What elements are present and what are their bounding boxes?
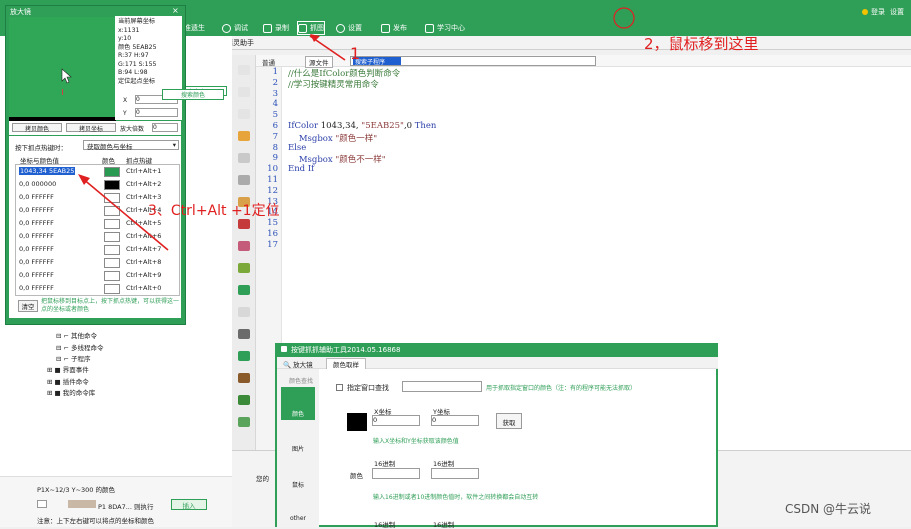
annotation-overlay (78, 7, 635, 251)
annotation-1: 1 (350, 44, 361, 63)
watermark: CSDN @牛云说 (785, 502, 872, 516)
target-circle (613, 7, 635, 29)
annotation-3: 3、Ctrl+Alt +1定位 (148, 203, 280, 219)
annotation-2: 2，鼠标移到这里 (644, 35, 759, 53)
